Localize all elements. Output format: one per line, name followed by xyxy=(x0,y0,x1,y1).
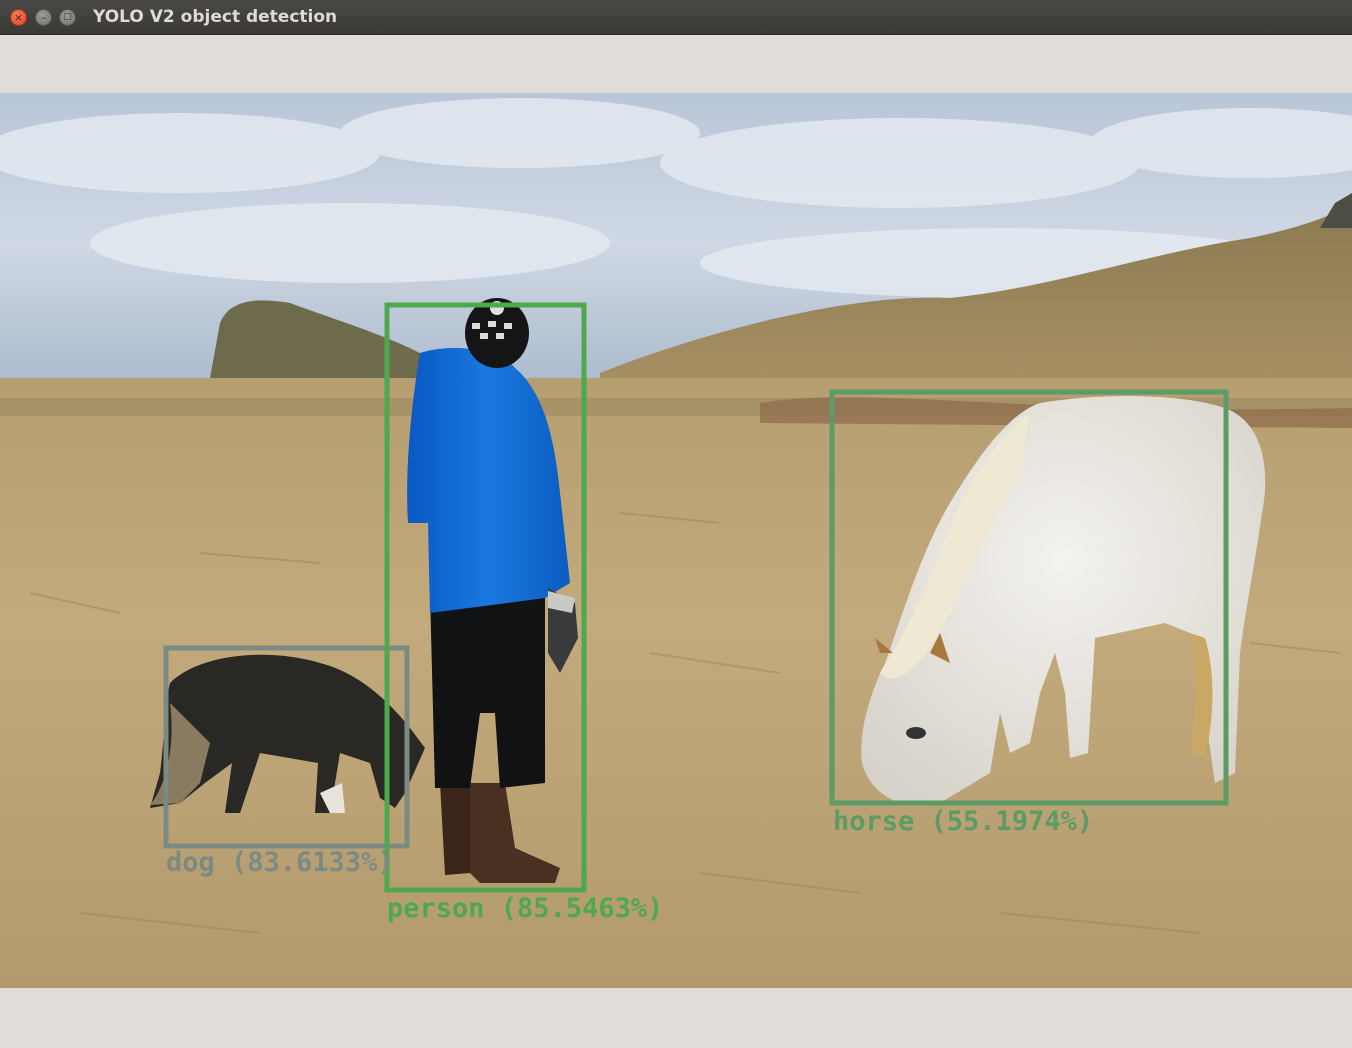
dog-detection-label: dog (83.6133%) xyxy=(166,847,394,878)
close-icon: × xyxy=(13,11,24,24)
minimize-icon: – xyxy=(40,11,47,24)
window-titlebar[interactable]: × – □ YOLO V2 object detection xyxy=(0,0,1352,35)
maximize-window-button[interactable]: □ xyxy=(59,9,76,26)
toolbar-area xyxy=(0,35,1352,93)
person-detection-label: person (85.5463%) xyxy=(387,893,664,924)
status-bar xyxy=(0,988,1352,1048)
maximize-icon: □ xyxy=(63,12,72,22)
detection-image-canvas: dog (83.6133%) person (85.5463%) horse (… xyxy=(0,93,1352,988)
window-title: YOLO V2 object detection xyxy=(93,7,338,27)
minimize-window-button[interactable]: – xyxy=(35,9,52,26)
horse-detection-label: horse (55.1974%) xyxy=(833,806,1094,837)
close-window-button[interactable]: × xyxy=(10,9,27,26)
